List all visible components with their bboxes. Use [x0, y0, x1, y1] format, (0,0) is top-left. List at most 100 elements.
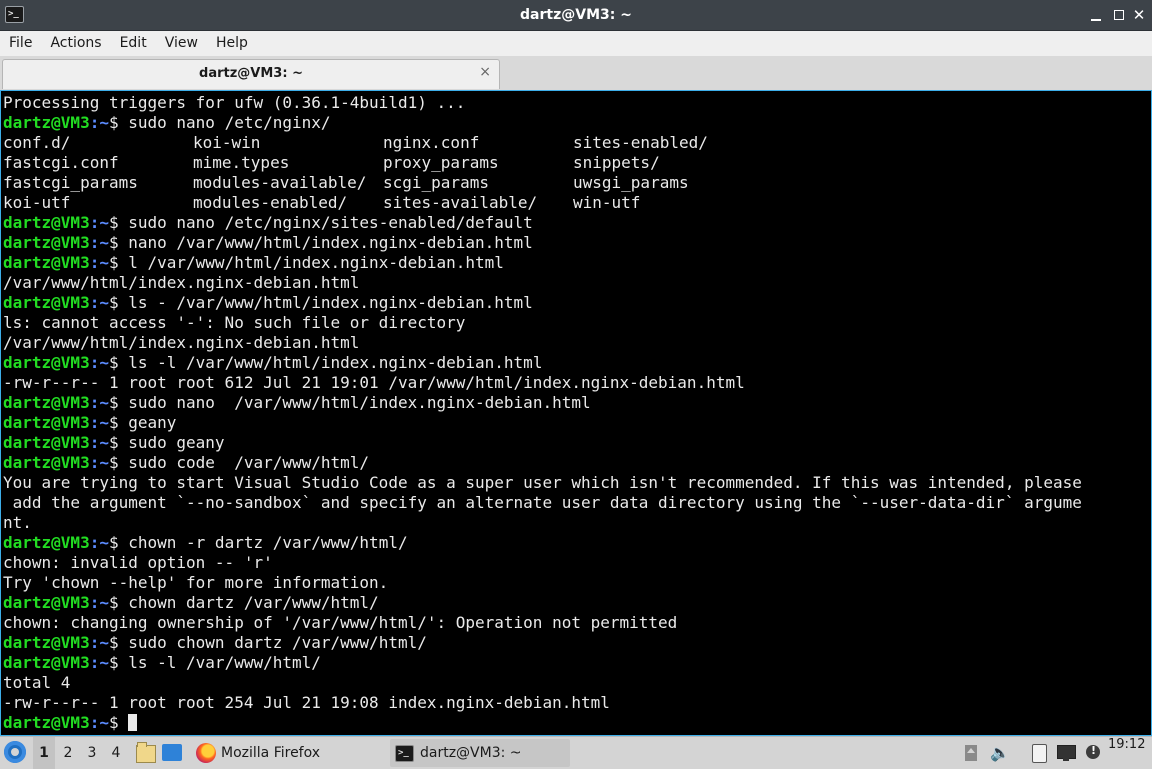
- prompt-user: dartz@VM3: [3, 113, 90, 132]
- clipboard-icon[interactable]: [1030, 743, 1047, 763]
- prompt-command: $ sudo chown dartz /var/www/html/: [108, 633, 427, 652]
- prompt-command: $ geany: [108, 413, 177, 432]
- terminal-output-line: /var/www/html/index.nginx-debian.html: [3, 273, 360, 292]
- ls-entry: modules-enabled/: [193, 193, 348, 212]
- prompt-user: dartz@VM3: [3, 233, 90, 252]
- ls-entry: koi-win: [193, 133, 261, 152]
- terminal-output-line: ls: cannot access '-': No such file or d…: [3, 313, 466, 332]
- clock[interactable]: 19:12: [1108, 737, 1145, 752]
- minimize-button[interactable]: [1088, 7, 1104, 23]
- terminal-output-line: total 4: [3, 673, 71, 692]
- prompt-path: :~: [89, 653, 109, 672]
- tab-label: dartz@VM3: ~: [199, 66, 303, 81]
- ls-entry: scgi_params: [383, 173, 489, 192]
- menu-actions[interactable]: Actions: [41, 31, 110, 56]
- prompt-command: $ chown dartz /var/www/html/: [108, 593, 379, 612]
- show-hidden-icon[interactable]: [963, 743, 979, 763]
- prompt-command: $ sudo geany: [108, 433, 225, 452]
- prompt-command: $ ls -l /var/www/html/index.nginx-debian…: [108, 353, 543, 372]
- prompt-user: dartz@VM3: [3, 713, 90, 732]
- terminal-prompt-line: dartz@VM3:~$ l /var/www/html/index.nginx…: [3, 253, 1082, 273]
- workspace-3[interactable]: 3: [81, 737, 103, 769]
- prompt-command: $ sudo code /var/www/html/: [108, 453, 370, 472]
- window-title: dartz@VM3: ~: [520, 7, 632, 23]
- file-manager-icon[interactable]: [136, 742, 156, 763]
- terminal-output-line: You are trying to start Visual Studio Co…: [3, 473, 1082, 492]
- terminal-output-line: Try 'chown --help' for more information.: [3, 573, 389, 592]
- terminal-prompt-line: dartz@VM3:~$ sudo code /var/www/html/: [3, 453, 1082, 473]
- workspace-4[interactable]: 4: [105, 737, 127, 769]
- terminal-output-line: -rw-r--r-- 1 root root 254 Jul 21 19:08 …: [3, 693, 610, 712]
- tab-close-icon[interactable]: ×: [479, 64, 491, 80]
- notification-icon[interactable]: [1085, 743, 1101, 763]
- tab-terminal[interactable]: dartz@VM3: ~ ×: [2, 59, 500, 89]
- prompt-command: $ l /var/www/html/index.nginx-debian.htm…: [108, 253, 504, 272]
- terminal-view[interactable]: Processing triggers for ufw (0.36.1-4bui…: [0, 90, 1152, 736]
- terminal-prompt-line: dartz@VM3:~$ sudo nano /var/www/html/ind…: [3, 393, 1082, 413]
- prompt-path: :~: [89, 113, 109, 132]
- prompt-path: :~: [89, 213, 109, 232]
- firefox-icon: [196, 743, 216, 763]
- prompt-path: :~: [89, 293, 109, 312]
- prompt-user: dartz@VM3: [3, 213, 90, 232]
- terminal-output-line: chown: invalid option -- 'r': [3, 553, 273, 572]
- taskbar-firefox[interactable]: Mozilla Firefox: [193, 739, 373, 767]
- taskbar-terminal[interactable]: >_ dartz@VM3: ~: [390, 739, 570, 767]
- ls-entry: mime.types: [193, 153, 290, 172]
- ls-entry: fastcgi_params: [3, 173, 138, 192]
- menu-edit[interactable]: Edit: [111, 31, 156, 56]
- terminal-prompt-line: dartz@VM3:~$ ls - /var/www/html/index.ng…: [3, 293, 1082, 313]
- ls-entry: win-utf: [573, 193, 641, 212]
- ls-entry: modules-available/: [193, 173, 367, 192]
- terminal-icon: >_: [395, 744, 414, 762]
- ls-entry: uwsgi_params: [573, 173, 689, 192]
- prompt-user: dartz@VM3: [3, 593, 90, 612]
- terminal-prompt-line: dartz@VM3:~$ geany: [3, 413, 1082, 433]
- prompt-path: :~: [89, 413, 109, 432]
- prompt-command: $ nano /var/www/html/index.nginx-debian.…: [108, 233, 533, 252]
- ls-listing-row: fastcgi.conf mime.types proxy_params snippe…: [3, 153, 1082, 173]
- terminal-output-line: add the argument `--no-sandbox` and spec…: [3, 493, 1082, 512]
- menu-file[interactable]: File: [0, 31, 41, 56]
- terminal-prompt-line: dartz@VM3:~$ ls -l /var/www/html/: [3, 653, 1082, 673]
- prompt-user: dartz@VM3: [3, 433, 90, 452]
- prompt-user: dartz@VM3: [3, 353, 90, 372]
- menu-view[interactable]: View: [156, 31, 207, 56]
- ls-entry: sites-enabled/: [573, 133, 708, 152]
- close-window-button[interactable]: ✕: [1131, 7, 1147, 23]
- terminal-prompt-line: dartz@VM3:~$ sudo geany: [3, 433, 1082, 453]
- tab-bar: dartz@VM3: ~ ×: [0, 56, 1152, 90]
- text-cursor: [128, 714, 138, 731]
- maximize-button[interactable]: [1111, 7, 1127, 23]
- prompt-user: dartz@VM3: [3, 653, 90, 672]
- prompt-user: dartz@VM3: [3, 633, 90, 652]
- prompt-user: dartz@VM3: [3, 413, 90, 432]
- start-menu-icon[interactable]: [4, 741, 26, 763]
- prompt-path: :~: [89, 713, 109, 732]
- terminal-prompt-line: dartz@VM3:~$ chown -r dartz /var/www/htm…: [3, 533, 1082, 553]
- terminal-prompt-line: dartz@VM3:~$ ls -l /var/www/html/index.n…: [3, 353, 1082, 373]
- terminal-output-line: Processing triggers for ufw (0.36.1-4bui…: [3, 93, 466, 112]
- prompt-path: :~: [89, 433, 109, 452]
- show-desktop-icon[interactable]: [162, 744, 182, 761]
- ls-listing-row: fastcgi_params modules-available/scgi_par…: [3, 173, 1082, 193]
- terminal-prompt-line: dartz@VM3:~$ sudo nano /etc/nginx/: [3, 113, 1082, 133]
- terminal-output-line: nt.: [3, 513, 32, 532]
- prompt-command: $ ls - /var/www/html/index.nginx-debian.…: [108, 293, 533, 312]
- prompt-user: dartz@VM3: [3, 253, 90, 272]
- prompt-path: :~: [89, 353, 109, 372]
- prompt-command: $ chown -r dartz /var/www/html/: [108, 533, 408, 552]
- workspace-2[interactable]: 2: [57, 737, 79, 769]
- volume-icon[interactable]: 🔈: [990, 743, 1010, 763]
- workspace-1[interactable]: 1: [33, 737, 55, 769]
- ls-entry: proxy_params: [383, 153, 499, 172]
- ls-entry: fastcgi.conf: [3, 153, 119, 172]
- network-icon[interactable]: [1056, 743, 1076, 763]
- menu-help[interactable]: Help: [207, 31, 257, 56]
- prompt-user: dartz@VM3: [3, 453, 90, 472]
- prompt-command: $ sudo nano /etc/nginx/sites-enabled/def…: [108, 213, 533, 232]
- terminal-output: Processing triggers for ufw (0.36.1-4bui…: [3, 93, 1082, 733]
- window-titlebar[interactable]: >_ dartz@VM3: ~ ✕: [0, 0, 1152, 31]
- ls-listing-row: koi-utf modules-enabled/sites-available/w…: [3, 193, 1082, 213]
- taskbar-firefox-label: Mozilla Firefox: [221, 745, 321, 761]
